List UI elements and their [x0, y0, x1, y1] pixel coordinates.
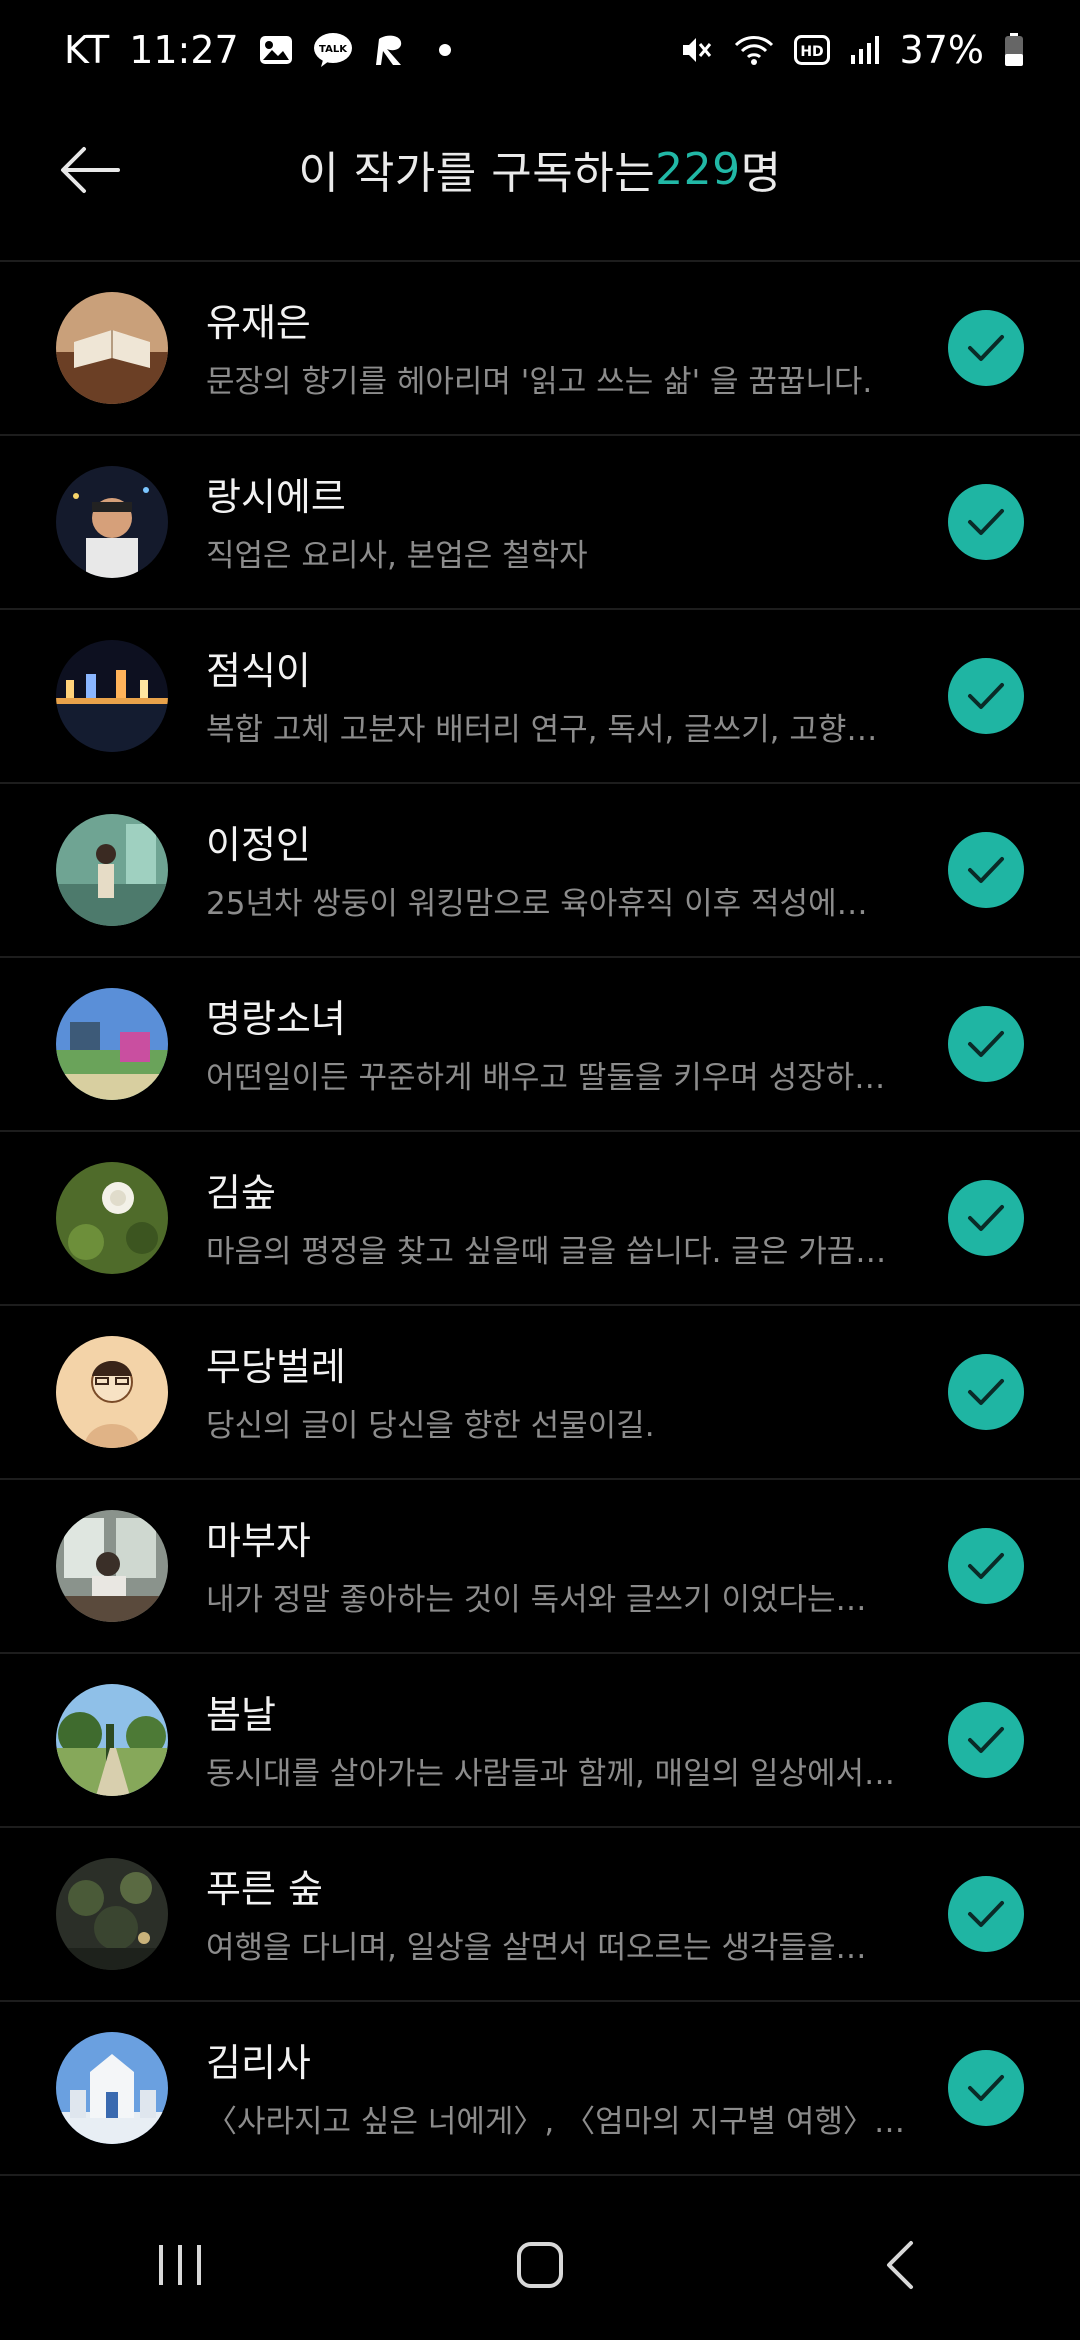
status-bar: KT 11:27 TALK HD 37%	[0, 0, 1080, 100]
subscriber-row[interactable]: 푸른 숲 여행을 다니며, 일상을 살면서 떠오르는 생각들을…	[0, 1828, 1080, 2002]
avatar[interactable]	[56, 1336, 168, 1448]
app-r-icon	[373, 31, 411, 69]
subscriber-desc: 여행을 다니며, 일상을 살면서 떠오르는 생각들을…	[206, 1930, 867, 1966]
subscribed-toggle[interactable]	[948, 1006, 1024, 1082]
back-nav-icon	[887, 2241, 913, 2289]
check-icon	[968, 1031, 1004, 1057]
status-right: HD 37%	[680, 28, 1024, 72]
check-icon	[968, 857, 1004, 883]
check-icon	[968, 1553, 1004, 1579]
wifi-icon	[734, 33, 774, 67]
title-prefix: 이 작가를 구독하는	[298, 148, 656, 199]
subscribed-toggle[interactable]	[948, 310, 1024, 386]
hd-icon-label: HD	[800, 44, 823, 60]
subscribed-toggle[interactable]	[948, 832, 1024, 908]
subscriber-desc: 〈사라지고 싶은 너에게〉, 〈엄마의 지구별 여행〉 저…	[206, 2104, 906, 2140]
subscriber-desc: 25년차 쌍둥이 워킹맘으로 육아휴직 이후 적성에…	[206, 886, 868, 922]
avatar[interactable]	[56, 2032, 168, 2144]
screen: KT 11:27 TALK HD 37% 이 작가를 구독하는 229 명 유재…	[0, 0, 1080, 2340]
check-icon	[968, 335, 1004, 361]
subscriber-row[interactable]: 랑시에르 직업은 요리사, 본업은 철학자	[0, 436, 1080, 610]
mute-icon	[680, 34, 714, 66]
avatar[interactable]	[56, 640, 168, 752]
hd-icon: HD	[793, 35, 830, 65]
dot-icon	[438, 44, 451, 56]
subscriber-count: 229	[655, 143, 741, 195]
check-icon	[968, 1379, 1004, 1405]
subscriber-row[interactable]: 마부자 내가 정말 좋아하는 것이 독서와 글쓰기 이었다는…	[0, 1480, 1080, 1654]
subscriber-desc: 당신의 글이 당신을 향한 선물이길.	[206, 1408, 655, 1444]
subscriber-desc: 복합 고체 고분자 배터리 연구, 독서, 글쓰기, 고향…	[206, 712, 878, 748]
clock: 11:27	[129, 28, 239, 72]
title-suffix: 명	[740, 148, 782, 199]
recent-apps-icon	[159, 2245, 201, 2285]
subscriber-row[interactable]: 이정인 25년차 쌍둥이 워킹맘으로 육아휴직 이후 적성에…	[0, 784, 1080, 958]
subscriber-row[interactable]: 점식이 복합 고체 고분자 배터리 연구, 독서, 글쓰기, 고향…	[0, 610, 1080, 784]
battery-icon	[1004, 33, 1024, 67]
avatar[interactable]	[56, 1858, 168, 1970]
subscriber-row[interactable]: 김리사 〈사라지고 싶은 너에게〉, 〈엄마의 지구별 여행〉 저…	[0, 2002, 1080, 2176]
subscriber-desc: 내가 정말 좋아하는 것이 독서와 글쓰기 이었다는…	[206, 1582, 867, 1618]
subscriber-list: 유재은 문장의 향기를 헤아리며 '읽고 쓰는 삶' 을 꿈꿉니다. 랑시에르 …	[0, 262, 1080, 2176]
subscriber-desc: 어떤일이든 꾸준하게 배우고 딸둘을 키우며 성장하…	[206, 1060, 886, 1096]
status-left: KT 11:27 TALK	[64, 28, 451, 72]
avatar[interactable]	[56, 292, 168, 404]
avatar[interactable]	[56, 814, 168, 926]
subscriber-name: 유재은	[206, 301, 311, 345]
subscribed-toggle[interactable]	[948, 1354, 1024, 1430]
check-icon	[968, 1901, 1004, 1927]
subscriber-name: 김숲	[206, 1171, 276, 1215]
avatar[interactable]	[56, 466, 168, 578]
check-icon	[968, 683, 1004, 709]
recent-apps-button[interactable]	[120, 2215, 240, 2315]
check-icon	[968, 509, 1004, 535]
signal-icon	[850, 35, 880, 65]
subscribed-toggle[interactable]	[948, 2050, 1024, 2126]
subscribed-toggle[interactable]	[948, 658, 1024, 734]
avatar[interactable]	[56, 988, 168, 1100]
check-icon	[968, 1205, 1004, 1231]
subscribed-toggle[interactable]	[948, 1528, 1024, 1604]
page-title: 이 작가를 구독하는 229 명	[0, 124, 1080, 214]
subscriber-name: 무당벌레	[206, 1345, 346, 1389]
check-icon	[968, 1727, 1004, 1753]
subscriber-row[interactable]: 김숲 마음의 평정을 찾고 싶을때 글을 씁니다. 글은 가끔…	[0, 1132, 1080, 1306]
subscriber-name: 김리사	[206, 2041, 311, 2085]
carrier-label: KT	[64, 28, 110, 72]
avatar[interactable]	[56, 1684, 168, 1796]
check-icon	[968, 2075, 1004, 2101]
kakaotalk-icon-label: TALK	[319, 44, 348, 55]
subscribed-toggle[interactable]	[948, 1702, 1024, 1778]
kakaotalk-icon: TALK	[313, 32, 353, 68]
subscriber-name: 봄날	[206, 1693, 276, 1737]
subscribed-toggle[interactable]	[948, 484, 1024, 560]
subscriber-desc: 마음의 평정을 찾고 싶을때 글을 씁니다. 글은 가끔…	[206, 1234, 887, 1270]
subscriber-desc: 문장의 향기를 헤아리며 '읽고 쓰는 삶' 을 꿈꿉니다.	[206, 364, 873, 400]
subscribed-toggle[interactable]	[948, 1180, 1024, 1256]
subscriber-name: 랑시에르	[206, 475, 346, 519]
avatar[interactable]	[56, 1162, 168, 1274]
subscribed-toggle[interactable]	[948, 1876, 1024, 1952]
back-nav-button[interactable]	[840, 2215, 960, 2315]
system-nav-bar	[0, 2190, 1080, 2340]
subscriber-desc: 직업은 요리사, 본업은 철학자	[206, 538, 588, 574]
subscriber-row[interactable]: 유재은 문장의 향기를 헤아리며 '읽고 쓰는 삶' 을 꿈꿉니다.	[0, 262, 1080, 436]
subscriber-row[interactable]: 봄날 동시대를 살아가는 사람들과 함께, 매일의 일상에서…	[0, 1654, 1080, 1828]
subscriber-desc: 동시대를 살아가는 사람들과 함께, 매일의 일상에서…	[206, 1756, 896, 1792]
subscriber-name: 마부자	[206, 1519, 311, 1563]
gallery-icon	[259, 35, 293, 65]
home-icon	[517, 2242, 563, 2288]
subscriber-name: 명랑소녀	[206, 997, 346, 1041]
subscriber-row[interactable]: 명랑소녀 어떤일이든 꾸준하게 배우고 딸둘을 키우며 성장하…	[0, 958, 1080, 1132]
subscriber-row[interactable]: 무당벌레 당신의 글이 당신을 향한 선물이길.	[0, 1306, 1080, 1480]
header: 이 작가를 구독하는 229 명	[0, 100, 1080, 260]
subscriber-name: 푸른 숲	[206, 1867, 323, 1911]
battery-percent: 37%	[899, 28, 984, 72]
subscriber-name: 점식이	[206, 649, 311, 693]
subscriber-name: 이정인	[206, 823, 311, 867]
home-button[interactable]	[480, 2215, 600, 2315]
avatar[interactable]	[56, 1510, 168, 1622]
